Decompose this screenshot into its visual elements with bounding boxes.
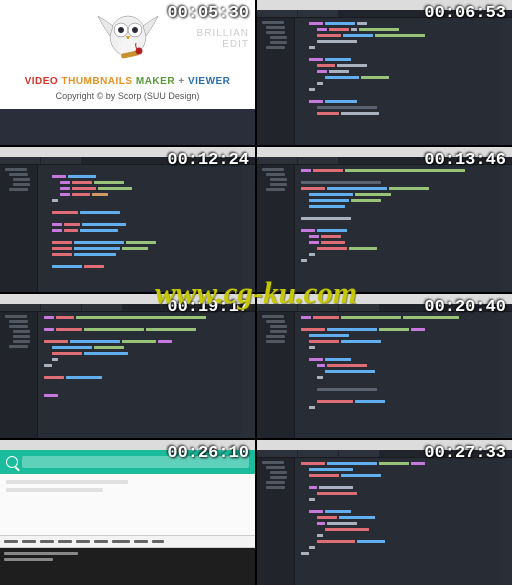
minimap <box>243 312 255 439</box>
code-area <box>38 312 243 439</box>
devtools-tabs <box>0 536 255 548</box>
timestamp-label: 00:12:24 <box>167 151 249 170</box>
timestamp-label: 00:27:33 <box>424 444 506 463</box>
code-area <box>295 18 500 145</box>
file-tree <box>0 165 38 292</box>
thumbnail-4[interactable]: 00:13:46 <box>257 147 512 292</box>
timestamp-label: 00:06:53 <box>424 4 506 23</box>
timestamp-label: 00:26:10 <box>167 444 249 463</box>
page-content <box>0 474 255 535</box>
minimap <box>500 165 512 292</box>
file-tree <box>257 458 295 585</box>
timestamp-label: 00:19:17 <box>167 298 249 317</box>
thumbnail-8[interactable]: 00:27:33 <box>257 440 512 585</box>
app-title: VIDEO THUMBNAILS MAKER + VIEWER <box>25 76 231 87</box>
edition-label: BRILLIAN EDIT <box>197 28 249 50</box>
thumbnail-3[interactable]: 00:12:24 <box>0 147 255 292</box>
timestamp-label: 00:05:30 <box>167 4 249 23</box>
devtools-panel <box>0 535 255 585</box>
minimap <box>500 18 512 145</box>
thumbnail-6[interactable]: 00:20:40 <box>257 294 512 439</box>
thumbnail-2[interactable]: 00:06:53 <box>257 0 512 145</box>
minimap <box>500 312 512 439</box>
copyright-text: Copyright © by Scorp (SUU Design) <box>56 91 200 101</box>
search-icon <box>6 456 18 468</box>
code-area <box>38 165 243 292</box>
owl-logo-icon <box>93 8 163 68</box>
code-area <box>295 165 500 292</box>
thumbnail-grid: 00:05:30 BRILLIAN EDIT <box>0 0 512 585</box>
thumbnail-7[interactable]: 00:26:10 <box>0 440 255 585</box>
file-tree <box>257 18 295 145</box>
minimap <box>243 165 255 292</box>
thumbnail-5[interactable]: 00:19:17 <box>0 294 255 439</box>
code-area <box>295 458 500 585</box>
file-tree <box>257 165 295 292</box>
timestamp-label: 00:20:40 <box>424 298 506 317</box>
timestamp-label: 00:13:46 <box>424 151 506 170</box>
file-tree <box>257 312 295 439</box>
file-tree <box>0 312 38 439</box>
console-output <box>0 548 255 585</box>
code-area <box>295 312 500 439</box>
minimap <box>500 458 512 585</box>
thumbnail-1[interactable]: 00:05:30 BRILLIAN EDIT <box>0 0 255 145</box>
